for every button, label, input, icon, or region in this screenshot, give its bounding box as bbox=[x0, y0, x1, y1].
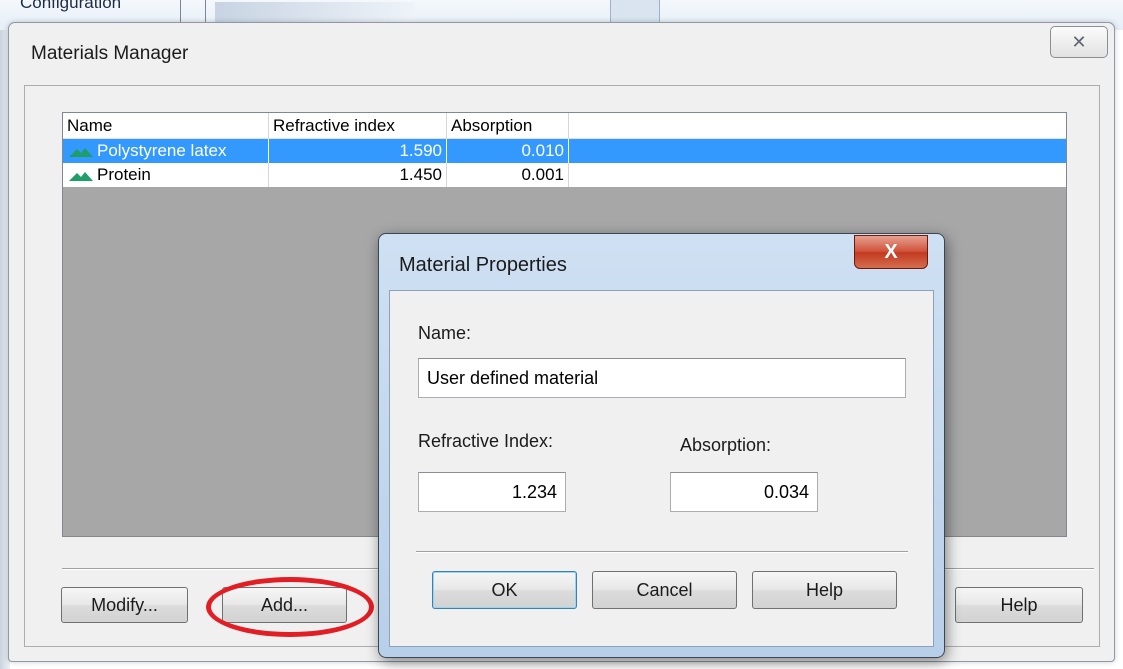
cell-absorption: 0.001 bbox=[447, 163, 569, 187]
cell-absorption: 0.010 bbox=[447, 139, 569, 163]
material-properties-dialog: Material Properties X Name: User defined… bbox=[378, 233, 945, 658]
name-field[interactable]: User defined material bbox=[418, 358, 906, 398]
close-button[interactable]: ✕ bbox=[1050, 26, 1108, 58]
modify-button[interactable]: Modify... bbox=[61, 587, 188, 623]
cell-name: Protein bbox=[63, 163, 269, 187]
material-peak-icon bbox=[69, 172, 93, 181]
dialog-close-button[interactable]: X bbox=[854, 235, 928, 269]
column-header-absorption[interactable]: Absorption bbox=[447, 113, 569, 139]
ok-button[interactable]: OK bbox=[432, 571, 577, 609]
table-row[interactable]: Protein 1.450 0.001 bbox=[63, 163, 1066, 187]
help-button[interactable]: Help bbox=[955, 587, 1083, 623]
column-header-name[interactable]: Name bbox=[63, 113, 269, 139]
absorption-label: Absorption: bbox=[680, 435, 772, 455]
name-label: Name: bbox=[418, 323, 472, 343]
dialog-divider bbox=[416, 551, 908, 553]
refractive-index-label: Refractive Index: bbox=[418, 431, 554, 451]
material-name: Polystyrene latex bbox=[97, 141, 227, 160]
material-name: Protein bbox=[97, 165, 151, 184]
dialog-help-button[interactable]: Help bbox=[752, 571, 897, 609]
cell-name: Polystyrene latex bbox=[63, 139, 269, 163]
table-row[interactable]: Polystyrene latex 1.590 0.010 bbox=[63, 139, 1066, 163]
cancel-button[interactable]: Cancel bbox=[592, 571, 737, 609]
annotation-highlight-circle bbox=[206, 577, 374, 637]
window-title: Materials Manager bbox=[31, 43, 189, 64]
material-peak-icon bbox=[69, 148, 93, 157]
background-configuration-label: Configuration bbox=[20, 0, 122, 12]
close-icon: X bbox=[884, 241, 898, 263]
refractive-index-field[interactable]: 1.234 bbox=[418, 472, 566, 512]
dialog-title: Material Properties bbox=[399, 254, 567, 276]
materials-manager-titlebar[interactable]: Materials Manager ✕ bbox=[9, 23, 1114, 83]
absorption-field[interactable]: 0.034 bbox=[670, 472, 818, 512]
cell-refractive-index: 1.590 bbox=[269, 139, 447, 163]
dialog-client: Name: User defined material Refractive I… bbox=[389, 290, 934, 647]
close-icon: ✕ bbox=[1071, 32, 1087, 52]
list-header: Name Refractive index Absorption bbox=[63, 113, 1066, 139]
column-header-refractive-index[interactable]: Refractive index bbox=[269, 113, 447, 139]
cell-refractive-index: 1.450 bbox=[269, 163, 447, 187]
background-blurred-item bbox=[215, 2, 415, 22]
background-splitter bbox=[180, 0, 206, 22]
